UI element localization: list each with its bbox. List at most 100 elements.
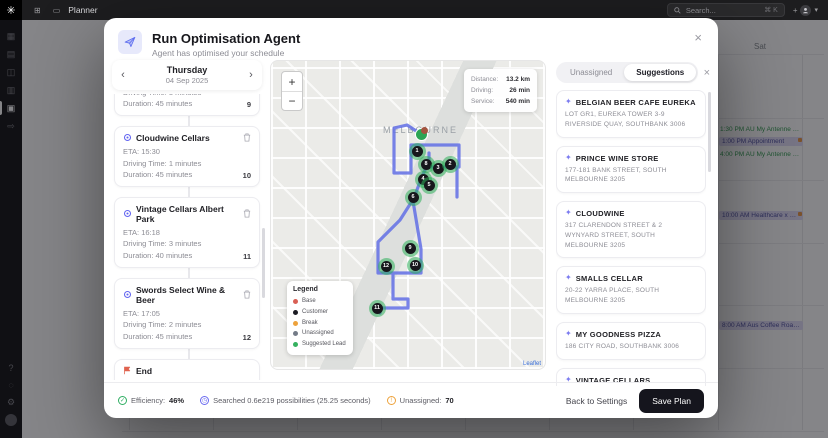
suggestion-card[interactable]: ✦MY GOODNESS PIZZA 186 CITY ROAD, SOUTHB… xyxy=(556,322,706,360)
sparkle-icon: ✦ xyxy=(565,274,572,282)
suggestion-name: BELGIAN BEER CAFE EUREKA xyxy=(576,98,696,107)
calendar-nav-icon[interactable]: ▭ xyxy=(53,6,61,15)
stop-name: Vintage Cellars Albert Park xyxy=(136,204,239,224)
app-logo[interactable]: ✳ xyxy=(0,0,22,20)
stop-card-end[interactable]: End ETA: 17:56 Driving Time: 6 minutes D… xyxy=(114,359,260,381)
stop-card[interactable]: Cloudwine Cellars ETA: 15:30 Driving Tim… xyxy=(114,126,260,187)
stop-name: Cloudwine Cellars xyxy=(136,133,239,143)
trash-icon[interactable] xyxy=(243,290,251,299)
modal-subtitle: Agent has optimised your schedule xyxy=(152,48,284,58)
map-legend: Legend Base Customer Break Unassigned Su… xyxy=(287,281,353,355)
suggestion-name: SMALLS CELLAR xyxy=(576,274,643,283)
back-to-settings-button[interactable]: Back to Settings xyxy=(566,396,627,406)
add-icon: + xyxy=(793,6,798,15)
stop-duration: Duration: 45 minutes xyxy=(123,98,251,110)
suggestion-address: LOT GR1, EUREKA TOWER 3-9 RIVERSIDE QUAY… xyxy=(565,110,697,130)
run-optimisation-agent-modal: Run Optimisation Agent Agent has optimis… xyxy=(104,18,718,418)
suggestion-card[interactable]: ✦ BELGIAN BEER CAFE EUREKA LOT GR1, EUREK… xyxy=(556,90,706,138)
customer-marker-1[interactable]: 1 xyxy=(412,146,423,157)
next-day-button[interactable]: › xyxy=(240,69,262,81)
asterisk-logo-icon: ✳ xyxy=(6,4,15,17)
paper-plane-icon xyxy=(124,36,136,48)
zoom-in-button[interactable]: + xyxy=(282,72,302,91)
grid-menu-icon[interactable]: ⊞ xyxy=(34,6,41,15)
stop-list-scrollbar[interactable] xyxy=(262,228,265,298)
close-icon[interactable]: × xyxy=(694,30,702,45)
tab-unassigned[interactable]: Unassigned xyxy=(558,64,624,81)
modal-footer: ✓ Efficiency:46% ◷ Searched 0.6e219 poss… xyxy=(104,382,718,418)
suggestions-list[interactable]: ✦ BELGIAN BEER CAFE EUREKA LOT GR1, EUREK… xyxy=(556,90,706,386)
check-circle-icon: ✓ xyxy=(118,396,127,405)
panel-close-icon[interactable]: × xyxy=(704,67,710,79)
map-attribution[interactable]: Leaflet xyxy=(523,361,541,367)
location-pin-icon xyxy=(123,133,132,142)
suggestion-name: PRINCE WINE STORE xyxy=(576,154,659,163)
driving-value: 26 min xyxy=(509,85,530,96)
legend-item: Break xyxy=(293,318,347,329)
customer-marker-11[interactable]: 11 xyxy=(372,303,383,314)
stop-list[interactable]: ETA: 14:44 Driving Time: 3 minutes Durat… xyxy=(112,94,266,380)
stop-duration: Duration: 40 minutes xyxy=(123,250,251,262)
sparkle-icon: ✦ xyxy=(565,98,572,106)
search-placeholder: Search... xyxy=(686,6,716,15)
customer-marker-6[interactable]: 6 xyxy=(408,192,419,203)
base-dot-icon xyxy=(293,299,298,304)
chevron-down-icon: ▾ xyxy=(814,6,818,14)
agent-icon-badge xyxy=(118,30,142,54)
customer-marker-8[interactable]: 8 xyxy=(421,159,432,170)
route-map[interactable]: + − Distance:13.2 km Driving:26 min Serv… xyxy=(270,60,546,370)
searched-stat: ◷ Searched 0.6e219 possibilities (25.25 … xyxy=(200,396,371,405)
suggestion-card[interactable]: ✦ SMALLS CELLAR 20-22 YARRA PLACE, SOUTH … xyxy=(556,266,706,314)
legend-item: Base xyxy=(293,296,347,307)
search-icon xyxy=(674,7,681,14)
legend-item: Suggested Lead xyxy=(293,339,347,350)
suggestion-name: MY GOODNESS PIZZA xyxy=(576,330,661,339)
stop-name: End xyxy=(136,366,251,376)
customer-marker-2[interactable]: 2 xyxy=(445,159,456,170)
efficiency-value: 46% xyxy=(169,396,184,405)
stop-eta: ETA: 17:56 xyxy=(123,379,251,381)
search-input[interactable]: Search... ⌘ K xyxy=(667,3,785,17)
stop-name: Swords Select Wine & Beer xyxy=(136,285,239,305)
customer-marker-9[interactable]: 9 xyxy=(405,243,416,254)
suggestion-name: CLOUDWINE xyxy=(576,209,625,218)
base-marker[interactable] xyxy=(415,128,428,141)
stop-duration: Duration: 45 minutes xyxy=(123,169,251,181)
customer-marker-12[interactable]: 12 xyxy=(381,261,392,272)
selected-day-label: Thursday xyxy=(134,65,240,75)
stop-order-badge: 9 xyxy=(247,100,251,109)
stop-card[interactable]: ETA: 14:44 Driving Time: 3 minutes Durat… xyxy=(114,94,260,116)
customer-marker-5[interactable]: 5 xyxy=(424,180,435,191)
distance-value: 13.2 km xyxy=(506,74,530,85)
stop-card[interactable]: Swords Select Wine & Beer ETA: 17:05 Dri… xyxy=(114,278,260,349)
customer-marker-10[interactable]: 10 xyxy=(410,260,421,271)
stop-eta: ETA: 15:30 xyxy=(123,146,251,158)
avatar[interactable] xyxy=(800,5,811,16)
unassigned-stat: ! Unassigned:70 xyxy=(387,396,454,405)
stop-order-badge: 11 xyxy=(243,252,251,261)
clock-icon: ◷ xyxy=(200,396,209,405)
trash-icon[interactable] xyxy=(243,209,251,218)
selected-date-label: 04 Sep 2025 xyxy=(134,76,240,85)
stop-driving-time: Driving Time: 2 minutes xyxy=(123,319,251,331)
customer-marker-3[interactable]: 3 xyxy=(433,163,444,174)
stop-card[interactable]: Vintage Cellars Albert Park ETA: 16:18 D… xyxy=(114,197,260,268)
user-menu[interactable]: + ▾ xyxy=(793,5,818,16)
warning-icon: ! xyxy=(387,396,396,405)
stop-duration: Duration: 45 minutes xyxy=(123,331,251,343)
stop-eta: ETA: 17:05 xyxy=(123,308,251,320)
suggestions-scrollbar[interactable] xyxy=(708,92,711,172)
suggestion-address: 20-22 YARRA PLACE, SOUTH MELBOURNE 3205 xyxy=(565,286,697,306)
right-panel-tabs: Unassigned Suggestions xyxy=(556,62,698,83)
save-plan-button[interactable]: Save Plan xyxy=(639,389,704,413)
unassigned-dot-icon xyxy=(293,331,298,336)
suggestion-card[interactable]: ✦PRINCE WINE STORE 177-181 BANK STREET, … xyxy=(556,146,706,194)
sparkle-icon: ✦ xyxy=(565,209,572,217)
legend-title: Legend xyxy=(293,286,347,293)
tab-suggestions[interactable]: Suggestions xyxy=(624,64,696,81)
prev-day-button[interactable]: ‹ xyxy=(112,69,134,81)
trash-icon[interactable] xyxy=(243,133,251,142)
suggestion-card[interactable]: ✦CLOUDWINE 317 CLARENDON STREET & 2 WYNY… xyxy=(556,201,706,258)
customer-dot-icon xyxy=(293,310,298,315)
zoom-out-button[interactable]: − xyxy=(282,91,302,110)
